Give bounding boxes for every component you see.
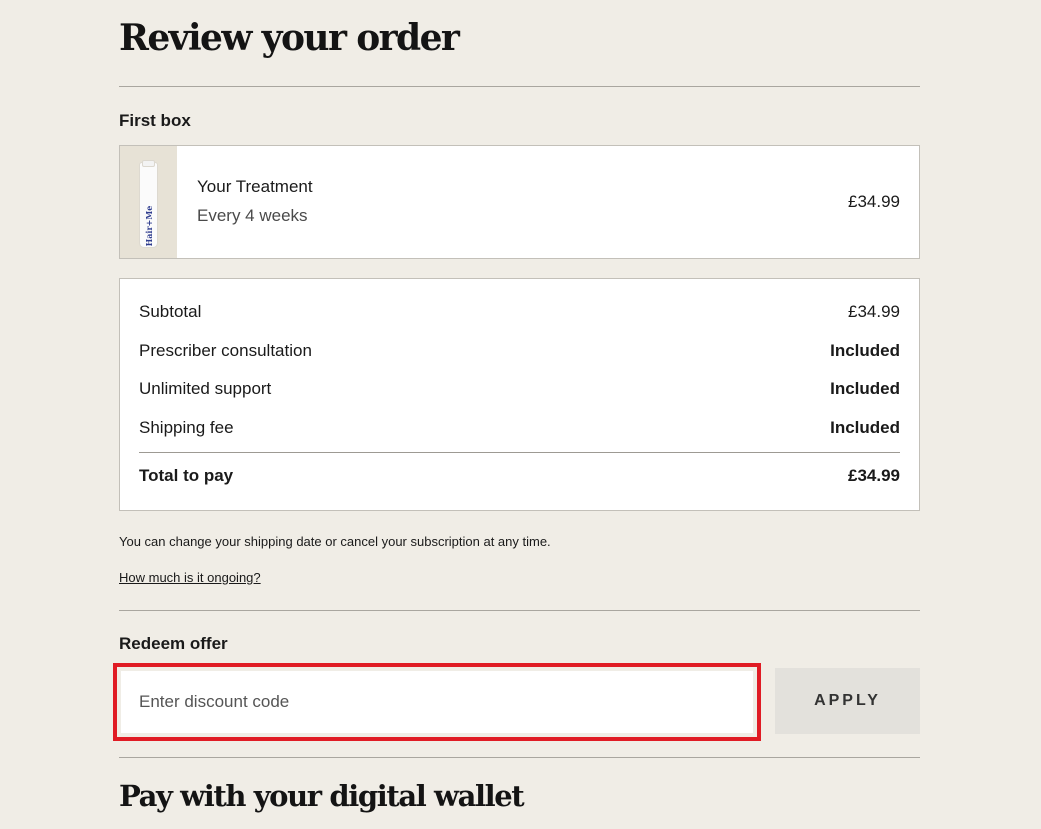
page-title: Review your order bbox=[119, 17, 460, 59]
summary-label: Prescriber consultation bbox=[139, 341, 312, 360]
summary-row-subtotal: Subtotal £34.99 bbox=[139, 300, 900, 324]
summary-row-total: Total to pay £34.99 bbox=[139, 464, 900, 488]
summary-value: Included bbox=[830, 379, 900, 398]
bottle-icon: Hair+Me bbox=[139, 160, 158, 248]
summary-row-consultation: Prescriber consultation Included bbox=[139, 339, 900, 363]
digital-wallet-heading: Pay with your digital wallet bbox=[119, 779, 525, 813]
divider bbox=[119, 757, 920, 758]
summary-row-support: Unlimited support Included bbox=[139, 377, 900, 401]
summary-label: Subtotal bbox=[139, 302, 202, 321]
ongoing-cost-link[interactable]: How much is it ongoing? bbox=[119, 569, 261, 587]
summary-value: Included bbox=[830, 341, 900, 360]
divider bbox=[119, 610, 920, 611]
order-review-page: Review your order First box Hair+Me Your… bbox=[0, 0, 1041, 829]
divider bbox=[119, 86, 920, 87]
bottle-cap bbox=[142, 160, 155, 167]
summary-label: Unlimited support bbox=[139, 379, 272, 398]
summary-divider bbox=[139, 452, 900, 453]
item-frequency: Every 4 weeks bbox=[197, 206, 308, 225]
item-name: Your Treatment bbox=[197, 177, 313, 196]
summary-value: £34.99 bbox=[848, 302, 900, 321]
summary-row-shipping: Shipping fee Included bbox=[139, 416, 900, 440]
item-price: £34.99 bbox=[848, 192, 900, 211]
product-brand-logo: Hair+Me bbox=[144, 205, 154, 247]
redeem-offer-heading: Redeem offer bbox=[119, 634, 228, 653]
discount-code-input[interactable] bbox=[121, 671, 753, 733]
subscription-note: You can change your shipping date or can… bbox=[119, 534, 551, 549]
total-label: Total to pay bbox=[139, 466, 234, 485]
summary-value: Included bbox=[830, 418, 900, 437]
apply-button[interactable]: APPLY bbox=[775, 668, 920, 734]
total-value: £34.99 bbox=[848, 466, 900, 485]
summary-label: Shipping fee bbox=[139, 418, 234, 437]
product-image: Hair+Me bbox=[120, 146, 177, 258]
first-box-heading: First box bbox=[119, 111, 191, 130]
order-summary: Subtotal £34.99 Prescriber consultation … bbox=[119, 278, 920, 511]
order-item-card: Hair+Me Your Treatment Every 4 weeks £34… bbox=[119, 145, 920, 259]
